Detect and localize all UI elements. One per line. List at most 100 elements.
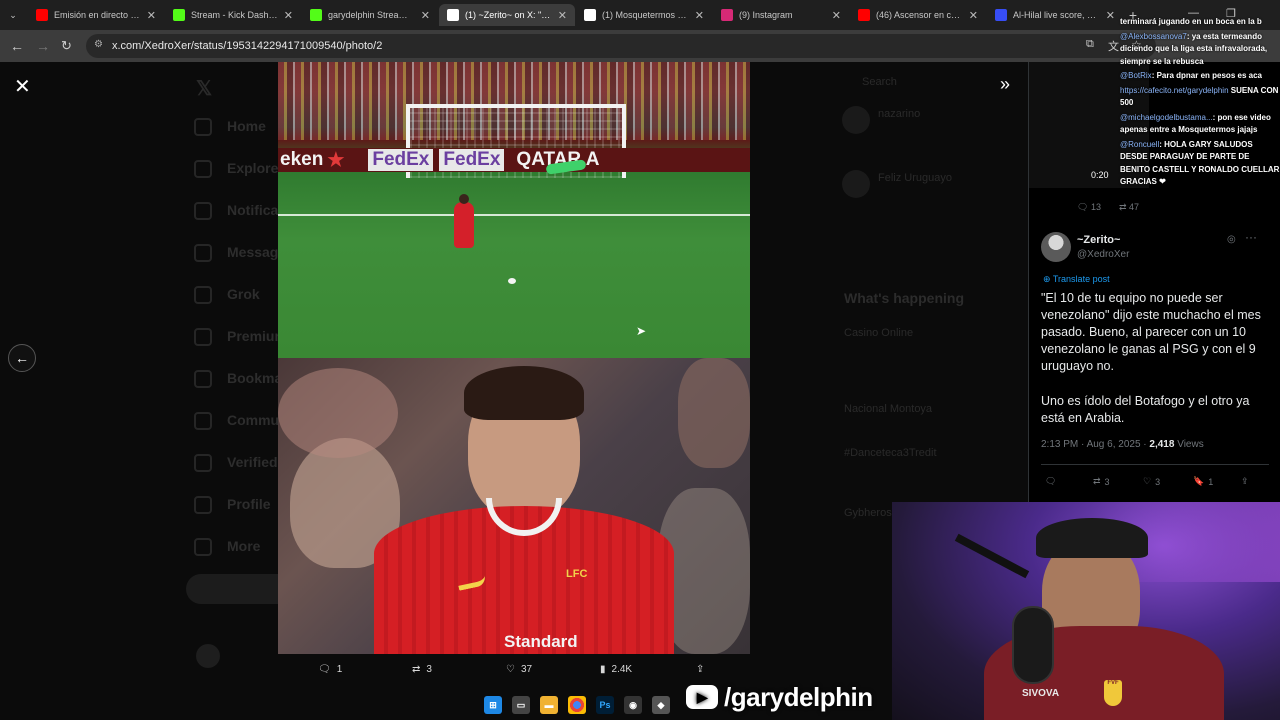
browser-tab[interactable]: Al-Hilal live score, schec ✕ xyxy=(987,4,1123,26)
mic-arm xyxy=(954,533,1030,579)
bg-search-label: Search xyxy=(862,76,897,88)
tab-search-dropdown[interactable]: ⌄ xyxy=(4,4,22,26)
tab-label: (1) Mosquetermos Com xyxy=(602,10,689,20)
chat-message: terminará jugando en un boca en la b xyxy=(1120,16,1280,29)
tweet-text: "El 10 de tu equipo no puede ser venezol… xyxy=(1041,291,1261,373)
reload-icon[interactable]: ↻ xyxy=(61,38,72,54)
avatar[interactable] xyxy=(1041,232,1071,262)
jersey-sponsor: Standard xyxy=(504,632,578,651)
mouse-cursor-icon: ➤ xyxy=(636,324,647,338)
browser-tab[interactable]: (1) ~Zerito~ on X: "@ti ✕ xyxy=(439,4,575,26)
cap xyxy=(1036,518,1148,558)
tab-close-icon[interactable]: ✕ xyxy=(969,9,978,22)
tweet-photo[interactable]: eken ★ FedEx FedEx QATAR A LFC Standard … xyxy=(278,62,750,654)
tab-close-icon[interactable]: ✕ xyxy=(832,9,841,22)
like-button[interactable]: ♡ 3 xyxy=(1143,476,1160,487)
channel-handle: /garydelphin xyxy=(724,681,873,712)
tab-close-icon[interactable]: ✕ xyxy=(147,9,156,22)
bg-whats-happening: What's happening xyxy=(844,290,964,306)
chat-username: @Roncuell xyxy=(1120,139,1160,149)
browser-tab[interactable]: garydelphin Stream - W ✕ xyxy=(302,4,438,26)
share-button[interactable]: ⇪ xyxy=(1241,476,1249,487)
reply-icon: 🗨 xyxy=(1045,476,1057,486)
browser-tab[interactable]: (1) Mosquetermos Com ✕ xyxy=(576,4,712,26)
bookmark-icon: 🔖 xyxy=(1193,476,1205,486)
instagram-icon xyxy=(721,9,733,21)
bg-nav-icon xyxy=(194,202,212,220)
player-hair xyxy=(464,366,584,420)
chrome-icon[interactable] xyxy=(568,696,586,714)
task-view-icon[interactable]: ▭ xyxy=(512,696,530,714)
repost-icon: ⇄ xyxy=(1093,476,1101,486)
browser-tab[interactable]: (9) Instagram ✕ xyxy=(713,4,849,26)
photo-action-bar: 🗨 1 ⇄ 3 ♡ 37 ▮ 2.4K ⇪ xyxy=(278,656,750,686)
globe-icon: ⊕ xyxy=(1043,274,1053,284)
share-icon: ⇪ xyxy=(1241,476,1249,486)
x-icon xyxy=(584,9,596,21)
app-icon[interactable]: ◆ xyxy=(652,696,670,714)
arrow-left-icon[interactable]: ← xyxy=(8,344,36,372)
reply-button[interactable]: 🗨 1 xyxy=(318,664,342,675)
address-bar[interactable]: ⚙ x.com/XedroXer/status/1953142294171009… xyxy=(86,34,1156,58)
author-name[interactable]: ~Zerito~ xyxy=(1077,234,1120,246)
crest-badge: FVF xyxy=(1104,680,1122,706)
repost-button[interactable]: ⇄ 3 xyxy=(1093,476,1110,487)
browser-tab[interactable]: Stream - Kick Dashboard ✕ xyxy=(165,4,301,26)
bg-user-name: nazarino xyxy=(878,108,921,120)
translate-link[interactable]: ⊕ Translate post xyxy=(1043,274,1110,285)
chevron-double-right-icon[interactable]: » xyxy=(1000,74,1010,95)
bg-nav-item: More xyxy=(227,538,261,554)
views-button[interactable]: ▮ 2.4K xyxy=(600,664,632,675)
bookmark-button[interactable]: 🔖 1 xyxy=(1193,476,1213,487)
tab-close-icon[interactable]: ✕ xyxy=(421,9,430,22)
video-time: 0:20 xyxy=(1091,170,1109,180)
windows-start-icon[interactable]: ⊞ xyxy=(484,696,502,714)
install-icon[interactable]: ⧉ xyxy=(1086,38,1094,51)
bg-trend: Nacional Montoya xyxy=(844,403,933,415)
repost-button[interactable]: ⇄ 3 xyxy=(412,664,432,675)
share-button[interactable]: ⇪ xyxy=(696,664,704,675)
player-head xyxy=(459,194,469,204)
chat-message: @michaelgodelbustama...: pon ese video a… xyxy=(1120,112,1280,137)
reply-button[interactable]: 🗨 xyxy=(1045,476,1060,487)
tab-label: garydelphin Stream - W xyxy=(328,10,415,20)
tab-label: Al-Hilal live score, schec xyxy=(1013,10,1100,20)
photoshop-icon[interactable]: Ps xyxy=(596,696,614,714)
close-icon[interactable]: ✕ xyxy=(14,74,31,99)
tab-label: Stream - Kick Dashboard xyxy=(191,10,278,20)
tab-close-icon[interactable]: ✕ xyxy=(695,9,704,22)
channel-watermark: ▶ /garydelphin xyxy=(686,680,873,714)
like-button[interactable]: ♡ 37 xyxy=(506,664,532,675)
browser-tab[interactable]: Emisión en directo - You ✕ xyxy=(28,4,164,26)
bg-trend: Gybheros xyxy=(844,507,892,519)
tab-close-icon[interactable]: ✕ xyxy=(558,9,567,22)
divider xyxy=(1041,464,1269,465)
author-handle[interactable]: @XedroXer xyxy=(1077,249,1129,260)
banner-sponsor: FedEx xyxy=(439,149,505,171)
forward-icon[interactable]: → xyxy=(36,38,50,54)
reply-count-prev[interactable]: 🗨 13 xyxy=(1077,202,1101,213)
bg-nav-icon xyxy=(194,160,212,178)
photo-penalty-scene: eken ★ FedEx FedEx QATAR A xyxy=(278,62,750,358)
ball xyxy=(508,278,516,284)
tab-close-icon[interactable]: ✕ xyxy=(284,9,293,22)
chat-username: https://cafecito.net/garydelphin xyxy=(1120,85,1229,95)
back-icon[interactable]: ← xyxy=(10,38,24,54)
view-count: 2.4K xyxy=(611,664,633,675)
bg-user-avatar xyxy=(842,170,870,198)
bg-user-avatar xyxy=(842,106,870,134)
file-explorer-icon[interactable]: ▬ xyxy=(540,696,558,714)
star-icon: ★ xyxy=(327,149,345,171)
browser-tab[interactable]: (46) Ascensor en caída li ✕ xyxy=(850,4,986,26)
bg-nav-item: Profile xyxy=(227,496,271,512)
translate-icon[interactable]: 文 xyxy=(1108,38,1119,54)
streamer-webcam: SIVOVA FVF xyxy=(892,502,1280,720)
microphone-icon xyxy=(1012,606,1054,684)
site-info-icon[interactable]: ⚙ xyxy=(94,39,103,50)
stream-chat-overlay: terminará jugando en un boca en la b @Ale… xyxy=(1120,16,1280,246)
bg-trend: Casino Online xyxy=(844,327,914,339)
tab-close-icon[interactable]: ✕ xyxy=(1106,9,1115,22)
obs-icon[interactable]: ◉ xyxy=(624,696,642,714)
kick-icon xyxy=(173,9,185,21)
bg-nav-icon xyxy=(194,496,212,514)
